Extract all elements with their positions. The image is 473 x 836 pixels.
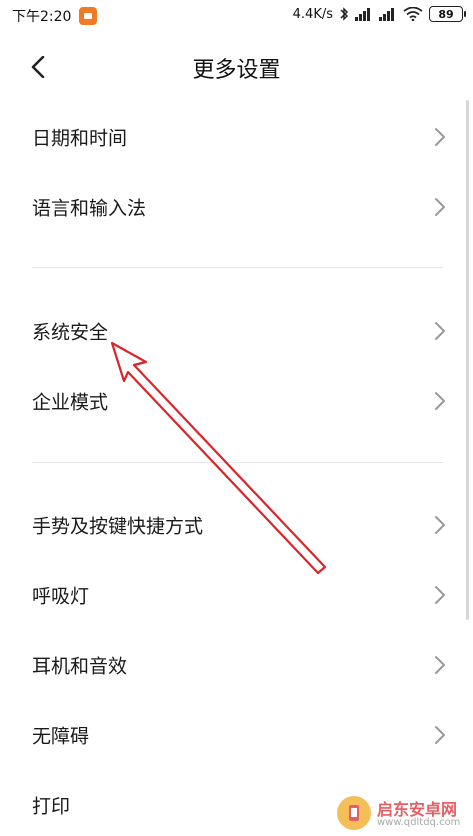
item-label: 企业模式 <box>32 391 109 414</box>
list-item-date-time[interactable]: 日期和时间 <box>0 102 473 172</box>
item-label: 打印 <box>32 795 71 818</box>
list-item-accessibility[interactable]: 无障碍 <box>0 700 473 770</box>
list-item-language-input[interactable]: 语言和输入法 <box>0 172 473 242</box>
chevron-right-icon <box>435 726 445 744</box>
bluetooth-icon <box>339 6 349 22</box>
list-item-enterprise-mode[interactable]: 企业模式 <box>0 366 473 436</box>
watermark-logo-icon <box>337 796 371 830</box>
list-item-gesture-shortcuts[interactable]: 手势及按键快捷方式 <box>0 490 473 560</box>
battery-level: 89 <box>438 7 454 21</box>
chevron-right-icon <box>435 392 445 410</box>
item-label: 手势及按键快捷方式 <box>32 515 204 538</box>
status-time: 下午2:20 <box>12 9 72 25</box>
battery-icon: 89 <box>429 6 466 22</box>
list-item-headphones-audio[interactable]: 耳机和音效 <box>0 630 473 700</box>
watermark: 启东安卓网 www.qdltdq.com <box>337 794 467 834</box>
wifi-icon <box>403 7 423 21</box>
chevron-right-icon <box>435 322 445 340</box>
chevron-right-icon <box>435 516 445 534</box>
chevron-right-icon <box>435 586 445 604</box>
item-label: 日期和时间 <box>32 127 128 150</box>
scrollbar[interactable] <box>466 100 469 620</box>
signal-icon <box>379 7 397 21</box>
signal-icon <box>355 7 373 21</box>
watermark-url: www.qdltdq.com <box>377 817 461 828</box>
status-right: 4.4K/s 89 <box>292 6 466 22</box>
chevron-right-icon <box>435 656 445 674</box>
list-item-breathing-light[interactable]: 呼吸灯 <box>0 560 473 630</box>
section-divider <box>32 267 443 268</box>
page-title: 更多设置 <box>192 58 281 83</box>
net-speed: 4.4K/s <box>292 6 333 22</box>
item-label: 呼吸灯 <box>32 585 90 608</box>
header: 更多设置 <box>0 32 473 102</box>
item-label: 耳机和音效 <box>32 655 128 678</box>
item-label: 无障碍 <box>32 725 90 748</box>
chevron-right-icon <box>435 198 445 216</box>
item-label: 系统安全 <box>32 321 109 344</box>
list-item-system-security[interactable]: 系统安全 <box>0 296 473 366</box>
item-label: 语言和输入法 <box>32 197 147 220</box>
app-notification-icon <box>79 7 98 25</box>
chevron-right-icon <box>435 128 445 146</box>
section-divider <box>32 462 443 463</box>
status-bar: 下午2:20 4.4K/s 89 <box>0 0 473 32</box>
status-left: 下午2:20 <box>12 6 98 26</box>
